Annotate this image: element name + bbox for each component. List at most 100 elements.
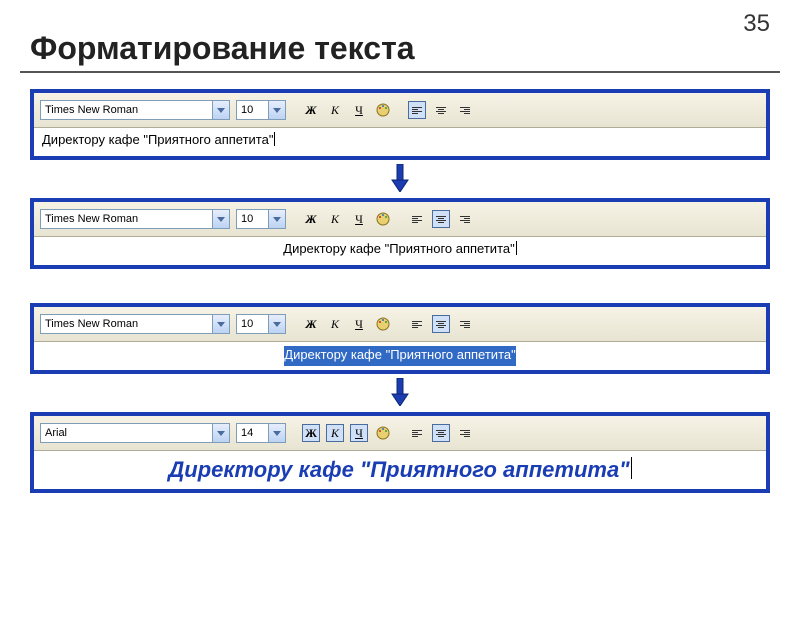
underline-button[interactable]: Ч [350, 315, 368, 333]
align-right-button[interactable] [456, 424, 474, 442]
align-buttons [408, 315, 474, 333]
size-dropdown[interactable]: 14 [236, 423, 286, 443]
chevron-down-icon [212, 210, 229, 228]
palette-icon [375, 316, 391, 332]
chevron-down-icon [268, 210, 285, 228]
text-cursor [274, 132, 275, 146]
page-number: 35 [743, 10, 770, 38]
gap [30, 275, 770, 303]
font-value: Times New Roman [41, 104, 212, 116]
chevron-down-icon [212, 101, 229, 119]
size-dropdown[interactable]: 10 [236, 100, 286, 120]
underline-button[interactable]: Ч [350, 424, 368, 442]
size-value: 10 [237, 318, 268, 330]
palette-icon [375, 211, 391, 227]
text-content: Директору кафе "Приятного аппетита" [283, 241, 514, 261]
format-buttons: Ж К Ч [302, 315, 392, 333]
panel-3: Times New Roman 10 Ж К Ч Дире [30, 303, 770, 374]
align-left-icon [412, 321, 422, 328]
font-dropdown[interactable]: Arial [40, 423, 230, 443]
size-dropdown[interactable]: 10 [236, 209, 286, 229]
toolbar-3: Times New Roman 10 Ж К Ч [34, 307, 766, 342]
bold-button[interactable]: Ж [302, 315, 320, 333]
align-center-icon [436, 216, 446, 223]
bold-button[interactable]: Ж [302, 101, 320, 119]
page-title: Форматирование текста [30, 30, 800, 67]
align-center-icon [436, 430, 446, 437]
text-area-3[interactable]: Директору кафе "Приятного аппетита" [34, 342, 766, 370]
font-color-button[interactable] [374, 315, 392, 333]
arrow-down-icon [30, 378, 770, 406]
chevron-down-icon [212, 424, 229, 442]
italic-button[interactable]: К [326, 210, 344, 228]
palette-icon [375, 425, 391, 441]
text-area-2[interactable]: Директору кафе "Приятного аппетита" [34, 237, 766, 265]
align-center-icon [436, 107, 446, 114]
title-rule [20, 71, 780, 73]
align-left-button[interactable] [408, 210, 426, 228]
toolbar-2: Times New Roman 10 Ж К Ч [34, 202, 766, 237]
align-buttons [408, 101, 474, 119]
toolbar-4: Arial 14 Ж К Ч [34, 416, 766, 451]
font-value: Times New Roman [41, 318, 212, 330]
align-left-icon [412, 430, 422, 437]
panel-1: Times New Roman 10 Ж К Ч Дире [30, 89, 770, 160]
align-left-icon [412, 216, 422, 223]
text-content: Директору кафе "Приятного аппетита" [42, 132, 273, 152]
text-area-1[interactable]: Директору кафе "Приятного аппетита" [34, 128, 766, 156]
align-center-button[interactable] [432, 424, 450, 442]
bold-button[interactable]: Ж [302, 424, 320, 442]
chevron-down-icon [268, 424, 285, 442]
align-center-button[interactable] [432, 101, 450, 119]
size-value: 10 [237, 213, 268, 225]
align-left-icon [412, 107, 422, 114]
font-value: Times New Roman [41, 213, 212, 225]
format-buttons: Ж К Ч [302, 101, 392, 119]
italic-button[interactable]: К [326, 315, 344, 333]
size-dropdown[interactable]: 10 [236, 314, 286, 334]
align-right-button[interactable] [456, 315, 474, 333]
align-center-icon [436, 321, 446, 328]
align-right-button[interactable] [456, 210, 474, 228]
italic-button[interactable]: К [326, 101, 344, 119]
align-right-icon [460, 107, 470, 114]
arrow-down-icon [30, 164, 770, 192]
text-cursor [631, 457, 632, 479]
align-buttons [408, 424, 474, 442]
font-color-button[interactable] [374, 210, 392, 228]
size-value: 10 [237, 104, 268, 116]
format-buttons: Ж К Ч [302, 210, 392, 228]
font-dropdown[interactable]: Times New Roman [40, 314, 230, 334]
toolbar-1: Times New Roman 10 Ж К Ч [34, 93, 766, 128]
text-cursor [516, 241, 517, 255]
align-right-icon [460, 321, 470, 328]
italic-button[interactable]: К [326, 424, 344, 442]
chevron-down-icon [268, 101, 285, 119]
align-right-icon [460, 216, 470, 223]
align-left-button[interactable] [408, 315, 426, 333]
font-color-button[interactable] [374, 101, 392, 119]
chevron-down-icon [268, 315, 285, 333]
align-left-button[interactable] [408, 101, 426, 119]
panel-4: Arial 14 Ж К Ч Директору кафе [30, 412, 770, 493]
text-area-4[interactable]: Директору кафе "Приятного аппетита" [34, 451, 766, 489]
align-right-icon [460, 430, 470, 437]
font-dropdown[interactable]: Times New Roman [40, 100, 230, 120]
format-buttons: Ж К Ч [302, 424, 392, 442]
align-center-button[interactable] [432, 315, 450, 333]
underline-button[interactable]: Ч [350, 101, 368, 119]
bold-button[interactable]: Ж [302, 210, 320, 228]
chevron-down-icon [212, 315, 229, 333]
font-value: Arial [41, 427, 212, 439]
font-color-button[interactable] [374, 424, 392, 442]
underline-button[interactable]: Ч [350, 210, 368, 228]
font-dropdown[interactable]: Times New Roman [40, 209, 230, 229]
panel-2: Times New Roman 10 Ж К Ч Дире [30, 198, 770, 269]
text-content: Директору кафе "Приятного аппетита" [168, 457, 629, 483]
align-left-button[interactable] [408, 424, 426, 442]
align-center-button[interactable] [432, 210, 450, 228]
align-right-button[interactable] [456, 101, 474, 119]
align-buttons [408, 210, 474, 228]
text-content-selected: Директору кафе "Приятного аппетита" [284, 346, 515, 366]
panels-container: Times New Roman 10 Ж К Ч Дире [30, 89, 770, 499]
